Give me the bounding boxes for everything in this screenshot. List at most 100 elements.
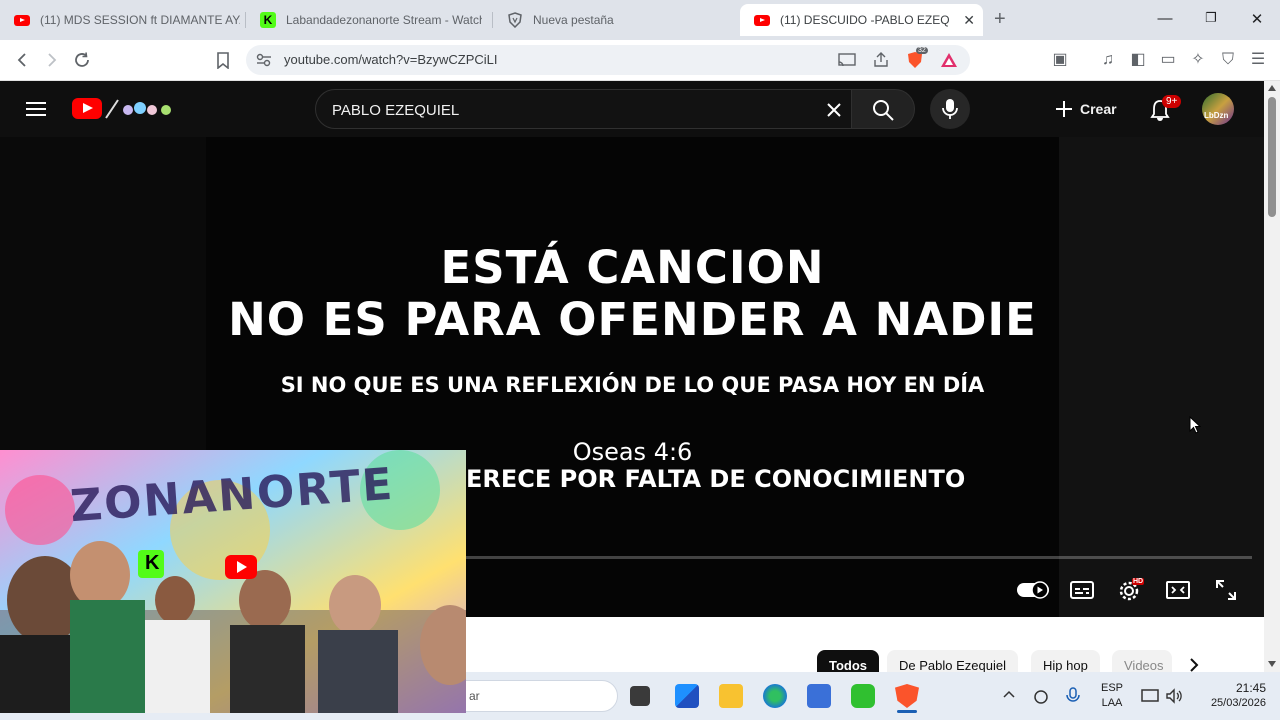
app-icon[interactable] (851, 684, 875, 708)
fullscreen-icon (1216, 580, 1236, 600)
avatar-label: LbDzn (1204, 111, 1229, 120)
create-label: Crear (1080, 101, 1117, 117)
chevron-up-icon[interactable] (1003, 690, 1015, 698)
microphone-tray-icon[interactable] (1066, 687, 1080, 705)
microphone-icon (942, 99, 958, 119)
tab-title: Nueva pestaña (533, 13, 614, 27)
task-view-icon[interactable] (630, 686, 650, 706)
new-tab-button[interactable]: + (994, 8, 1006, 31)
vpn-icon[interactable]: ⛉ (1218, 50, 1238, 70)
browser-toolbar: youtube.com/watch?v=BzywCZPCiLI 32 ▣ ♫ ◧… (0, 40, 1280, 81)
reload-icon[interactable] (74, 52, 91, 69)
back-icon[interactable] (14, 52, 30, 68)
active-app-indicator (897, 710, 917, 713)
create-button[interactable]: Crear (1044, 89, 1128, 129)
theater-mode-icon (1166, 581, 1190, 599)
webcam-overlay: ZONANORTE K (0, 450, 466, 713)
voice-search-button[interactable] (930, 89, 970, 129)
restore-icon[interactable]: ❐ (1188, 10, 1234, 26)
hd-badge: HD (1132, 578, 1145, 585)
browser-tab[interactable]: K Labandadezonanorte Stream - Watch (246, 4, 491, 36)
brave-shield-icon (507, 12, 523, 28)
search-input[interactable]: PABLO EZEQUIEL (315, 89, 853, 129)
wallet-icon[interactable]: ▭ (1158, 50, 1178, 70)
chevron-right-icon[interactable] (1186, 657, 1202, 673)
close-tab-icon[interactable]: ✕ (963, 12, 975, 29)
theater-mode-button[interactable] (1164, 576, 1192, 604)
browser-tab[interactable]: (11) MDS SESSION ft DIAMANTE AYA (0, 4, 245, 36)
fullscreen-button[interactable] (1212, 576, 1240, 604)
player-right-area (1059, 137, 1264, 617)
forward-icon[interactable] (44, 52, 60, 68)
site-settings-icon[interactable] (256, 53, 272, 67)
tab-title: (11) DESCUIDO -PABLO EZEQUIE (780, 13, 950, 27)
clear-search-icon[interactable] (827, 103, 841, 117)
clock-time: 21:45 (1235, 681, 1266, 695)
leo-ai-icon[interactable]: ✧ (1188, 50, 1208, 70)
subtitles-icon (1070, 581, 1094, 599)
bookmark-icon[interactable] (216, 52, 230, 69)
brave-shields-icon[interactable]: 32 (906, 47, 928, 69)
youtube-icon (14, 12, 30, 28)
network-icon[interactable] (1141, 688, 1159, 704)
player-left-area (0, 137, 206, 450)
tab-title: (11) MDS SESSION ft DIAMANTE AYA (40, 13, 240, 27)
sidebar-icon[interactable]: ◧ (1128, 50, 1148, 70)
music-icon[interactable]: ♫ (1098, 50, 1118, 70)
search-icon (873, 100, 894, 121)
youtube-logo-icon[interactable] (72, 98, 102, 119)
address-bar[interactable]: youtube.com/watch?v=BzywCZPCiLI 32 (246, 45, 970, 75)
progress-bar[interactable] (466, 556, 1252, 559)
kick-logo-text: K (145, 552, 160, 574)
reading-mode-icon[interactable]: ▣ (1050, 50, 1070, 70)
hamburger-menu-icon[interactable] (26, 101, 46, 117)
video-text-line-3: SI NO QUE ES UNA REFLEXIÓN DE LO QUE PAS… (280, 373, 985, 397)
clock-date: 25/03/2026 (1210, 697, 1266, 709)
subtitles-button[interactable] (1068, 576, 1096, 604)
file-explorer-icon[interactable] (719, 684, 743, 708)
notification-count-badge: 9+ (1162, 95, 1182, 108)
tab-title: Labandadezonanorte Stream - Watch (286, 13, 482, 27)
taskbar-search-text: ar (469, 689, 480, 703)
minimize-icon[interactable]: — (1142, 10, 1188, 27)
scrollbar-thumb[interactable] (1268, 97, 1276, 217)
search-button[interactable] (851, 89, 915, 129)
youtube-doodle-icon[interactable] (104, 96, 174, 120)
url-text: youtube.com/watch?v=BzywCZPCiLI (284, 52, 498, 67)
settings-button[interactable]: HD (1116, 576, 1145, 604)
browser-tab[interactable]: Nueva pestaña (493, 4, 738, 36)
taskbar-search[interactable]: ar (440, 680, 618, 712)
autoplay-toggle[interactable] (1016, 580, 1050, 600)
store-icon[interactable] (675, 684, 699, 708)
edge-icon[interactable] (763, 684, 787, 708)
notifications-button[interactable]: 9+ (1148, 95, 1182, 123)
autoplay-toggle-icon (1017, 581, 1049, 599)
layout-code: LAA (1101, 697, 1123, 709)
onedrive-icon[interactable] (1032, 688, 1050, 704)
menu-icon[interactable]: ☰ (1248, 50, 1268, 70)
shields-count-badge: 32 (916, 47, 928, 54)
volume-icon[interactable] (1165, 688, 1183, 704)
avatar[interactable]: LbDzn (1202, 93, 1234, 125)
browser-tab-active[interactable]: (11) DESCUIDO -PABLO EZEQUIE ✕ (740, 4, 983, 36)
system-clock[interactable]: 21:45 25/03/2026 (1211, 681, 1266, 711)
outlook-icon[interactable] (807, 684, 831, 708)
video-text-line-1: ESTÁ CANCION (440, 241, 825, 294)
youtube-icon (754, 12, 770, 28)
tab-strip: (11) MDS SESSION ft DIAMANTE AYA K Laban… (0, 0, 1280, 40)
close-window-icon[interactable]: ✕ (1234, 10, 1280, 28)
kick-icon: K (260, 12, 276, 28)
mouse-cursor-icon (1189, 416, 1201, 434)
scroll-up-icon[interactable] (1268, 85, 1276, 91)
cast-icon[interactable] (838, 53, 856, 67)
language-indicator[interactable]: ESP LAA (1100, 681, 1124, 711)
video-text-line-2: NO ES PARA OFENDER A NADIE (228, 293, 1037, 346)
youtube-header: PABLO EZEQUIEL Crear 9+ LbDzn (0, 81, 1264, 137)
verse-text: ERECE POR FALTA DE CONOCIMIENTO (466, 465, 966, 493)
brave-rewards-icon[interactable] (940, 52, 958, 68)
share-icon[interactable] (872, 52, 890, 68)
plus-icon (1056, 101, 1072, 117)
search-input-value: PABLO EZEQUIEL (332, 102, 460, 119)
scroll-down-icon[interactable] (1268, 661, 1276, 667)
language-code: ESP (1100, 682, 1123, 694)
